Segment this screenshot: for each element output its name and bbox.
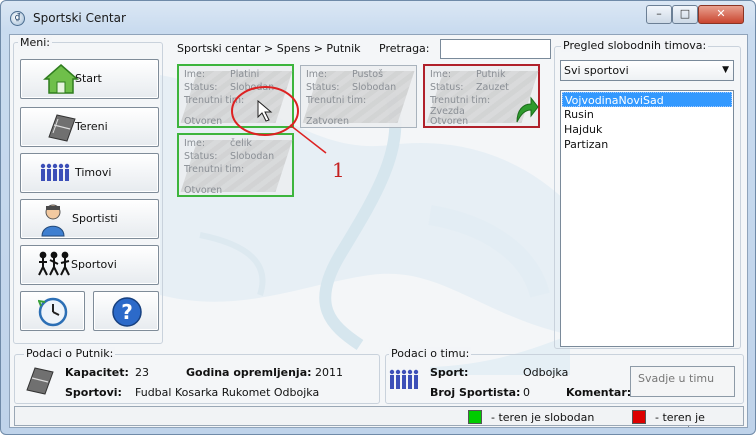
sports-value: Fudbal Kosarka Rukomet Odbojka [135, 386, 320, 399]
free-teams-label: Pregled slobodnih timova: [561, 39, 709, 52]
annotation-number: 1 [332, 158, 345, 182]
search-input[interactable] [440, 39, 551, 59]
tereni-button[interactable]: Tereni [20, 107, 159, 147]
clock-button[interactable] [20, 291, 85, 331]
start-button[interactable]: Start [20, 59, 159, 99]
athlete-icon [41, 204, 65, 237]
list-item[interactable]: Partizan [562, 137, 732, 152]
team-icon [40, 163, 70, 181]
busy-legend-swatch [632, 410, 646, 424]
court-icon [48, 114, 76, 142]
sportisti-button[interactable]: Sportisti [20, 199, 159, 239]
arrow-up-right-icon [516, 96, 539, 123]
sportisti-label: Sportisti [72, 212, 118, 225]
list-item[interactable]: Rusin [562, 107, 732, 122]
year-label: Godina opremljenja: [186, 366, 312, 379]
card-state: Otvoren [430, 116, 469, 127]
sport-filter-dropdown[interactable]: Svi sportovi ▼ [560, 60, 734, 81]
court-icon [26, 367, 54, 395]
close-button[interactable]: ✕ [698, 5, 744, 24]
sport-filter-value: Svi sportovi [564, 64, 629, 77]
card-name: Pustoš [352, 69, 384, 80]
minimize-button[interactable]: – [646, 5, 672, 24]
chevron-down-icon: ▼ [722, 65, 729, 75]
menu-label: Meni: [18, 36, 52, 49]
card-state: Otvoren [184, 185, 223, 196]
free-teams-list[interactable]: VojvodinaNoviSad Rusin Hajduk Partizan [560, 90, 734, 347]
tereni-label: Tereni [75, 120, 108, 133]
home-icon [43, 64, 79, 94]
team-info-label: Podaci o timu: [389, 347, 472, 360]
start-label: Start [75, 72, 102, 85]
search-label: Pretraga: [379, 42, 430, 55]
sport-value: Odbojka [523, 366, 569, 379]
comment-field[interactable]: Svadje u timu [630, 366, 735, 397]
clock-icon [38, 297, 68, 327]
busy-legend-text: - teren je zauzet [655, 411, 705, 427]
capacity-label: Kapacitet: [65, 366, 129, 379]
annotation-overlay: 1 [231, 86, 345, 182]
card-team-label: Trenutni tim: [430, 95, 491, 106]
free-legend-text: - teren je slobodan [491, 411, 595, 424]
free-legend-swatch [468, 410, 482, 424]
card-name: Putnik [476, 69, 506, 80]
comment-label: Komentar: [566, 386, 632, 399]
card-status: Zauzet [476, 82, 509, 93]
athlete-count-value: 0 [523, 386, 530, 399]
client-area: Meni: Start Tereni Timovi Sportisti Spor… [9, 34, 748, 428]
maximize-button[interactable]: □ [672, 5, 698, 24]
card-state: Otvoren [184, 116, 223, 127]
breadcrumb: Sportski centar > Spens > Putnik [177, 42, 361, 55]
capacity-value: 23 [135, 366, 149, 379]
title-bar[interactable]: ₫ Sportski Centar – □ ✕ [1, 1, 755, 35]
svg-text:?: ? [121, 300, 133, 324]
card-name: Platini [230, 69, 260, 80]
sports-icon [38, 251, 70, 276]
athlete-count-label: Broj Sportista: [430, 386, 521, 399]
timovi-button[interactable]: Timovi [20, 153, 159, 193]
app-icon: ₫ [10, 11, 25, 26]
team-icon [389, 369, 419, 389]
court-card-putnik[interactable]: Ime: Putnik Status: Zauzet Trenutni tim: Z… [423, 64, 540, 128]
status-bar: - teren je slobodan - teren je zauzet [14, 406, 744, 427]
list-item[interactable]: Hajduk [562, 122, 732, 137]
list-item[interactable]: VojvodinaNoviSad [562, 92, 732, 107]
court-info-label: Podaci o Putnik: [24, 347, 116, 360]
help-icon: ? [112, 297, 142, 327]
help-button[interactable]: ? [93, 291, 159, 331]
app-window: ₫ Sportski Centar – □ ✕ Meni: Start Tere… [0, 0, 756, 435]
sportovi-label: Sportovi [71, 258, 117, 271]
year-value: 2011 [315, 366, 343, 379]
window-title: Sportski Centar [33, 11, 126, 25]
sportovi-button[interactable]: Sportovi [20, 245, 159, 285]
sports-label: Sportovi: [65, 386, 122, 399]
timovi-label: Timovi [75, 166, 112, 179]
sport-label: Sport: [430, 366, 469, 379]
